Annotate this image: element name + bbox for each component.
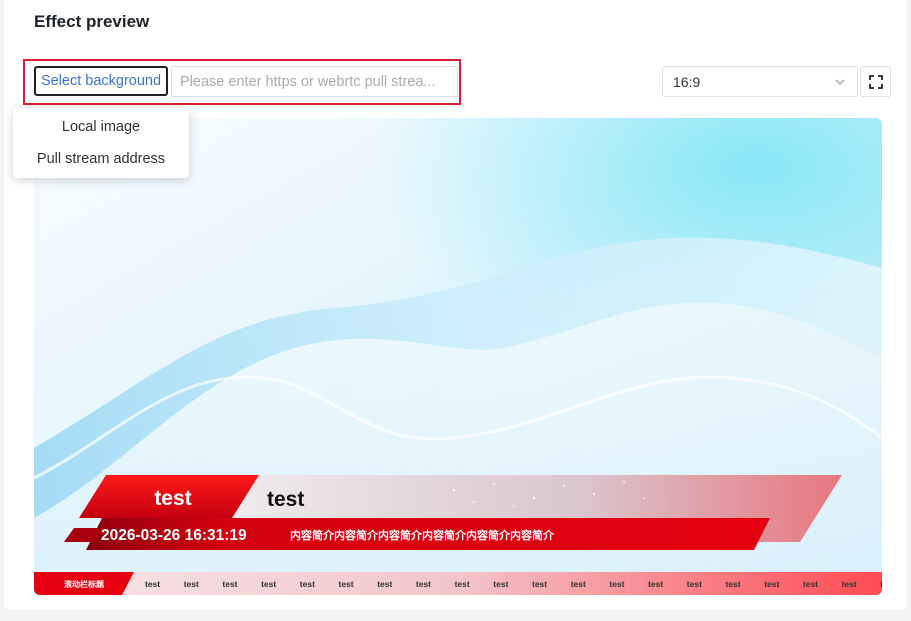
ticker-item: test: [339, 579, 354, 589]
lower-third: test test 2026-03-26 16:31:19 内容简介内容简介内容…: [64, 475, 842, 550]
pull-stream-url-input[interactable]: [171, 66, 458, 97]
effect-preview-card: Effect preview Select background 16:9: [4, 0, 907, 610]
ticker-item: test: [571, 579, 586, 589]
preview-canvas: test test 2026-03-26 16:31:19 内容简介内容简介内容…: [34, 118, 882, 595]
ticker-item: test: [416, 579, 431, 589]
fullscreen-button[interactable]: [860, 66, 891, 97]
ticker-item: test: [145, 579, 160, 589]
ticker-item: test: [455, 579, 470, 589]
chevron-down-icon: [835, 79, 845, 85]
ticker-item: test: [261, 579, 276, 589]
dropdown-item-pull-stream-address[interactable]: Pull stream address: [13, 143, 189, 175]
ticker-item: test: [493, 579, 508, 589]
fullscreen-icon: [868, 74, 883, 89]
ticker-item: test: [764, 579, 779, 589]
ticker-item: test: [300, 579, 315, 589]
page-title: Effect preview: [34, 12, 150, 31]
aspect-ratio-select[interactable]: 16:9: [662, 66, 858, 97]
background-source-dropdown: Local image Pull stream address: [13, 108, 189, 178]
ticker-item: test: [803, 579, 818, 589]
lower-third-intro: 内容简介内容简介内容简介内容简介内容简介内容简介: [290, 528, 555, 542]
lower-third-name-right: test: [267, 488, 304, 511]
ticker-label: 滚动栏标题: [64, 579, 105, 589]
ticker-item: test: [726, 579, 741, 589]
ticker-item: test: [184, 579, 199, 589]
ticker-item: test: [842, 579, 857, 589]
ticker-item: test: [648, 579, 663, 589]
select-background-button[interactable]: Select background: [34, 66, 168, 96]
ticker-item: test: [880, 579, 882, 589]
lower-third-datetime: 2026-03-26 16:31:19: [101, 527, 247, 544]
ticker-item: test: [377, 579, 392, 589]
ticker-item: test: [609, 579, 624, 589]
ticker-item: test: [532, 579, 547, 589]
ticker-item: test: [687, 579, 702, 589]
ticker-item: test: [222, 579, 237, 589]
dropdown-item-local-image[interactable]: Local image: [13, 111, 189, 143]
aspect-ratio-value: 16:9: [673, 73, 701, 90]
preview-svg: test test 2026-03-26 16:31:19 内容简介内容简介内容…: [34, 118, 882, 595]
ticker-bar: 滚动栏标题 test test test test test test test test te…: [34, 572, 882, 595]
lower-third-name-left: test: [154, 487, 191, 510]
